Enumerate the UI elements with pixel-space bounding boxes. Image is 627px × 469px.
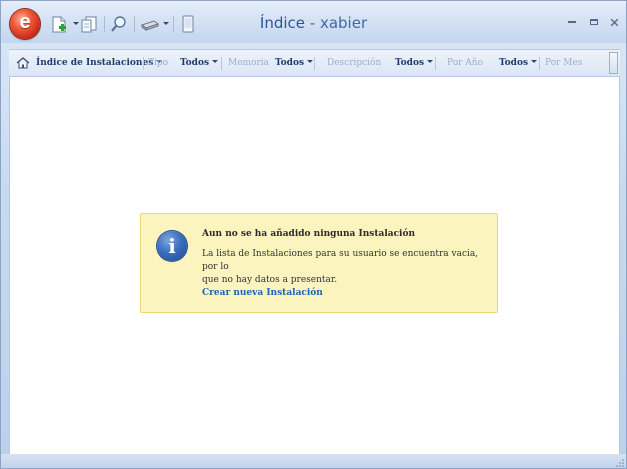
new-dropdown-arrow-icon[interactable]: [70, 14, 79, 34]
maximize-icon: [590, 19, 598, 25]
new-document-icon[interactable]: [49, 14, 69, 34]
descripcion-label: Descripción: [327, 58, 382, 68]
chevron-down-icon: [427, 60, 434, 63]
window-title-main: Índice: [259, 14, 305, 32]
por-mes-label: Por Mes: [545, 58, 583, 68]
toolbar-separator: [104, 16, 105, 32]
index-home-icon[interactable]: [16, 50, 30, 76]
memoria-label: Memoria: [228, 58, 270, 68]
chevron-down-icon: [307, 60, 314, 63]
title-bar: e Índice - xabier: [1, 1, 626, 43]
por-anio-label: Por Año: [447, 58, 483, 68]
filter-separator: [435, 57, 436, 70]
app-window: e Índice - xabier Índice de Instalacione…: [0, 0, 627, 469]
app-logo-icon: e: [19, 11, 31, 33]
filter-bar: Índice de Instalaciones Tipo Todos Memor…: [9, 49, 620, 77]
create-installation-link[interactable]: Crear nueva Instalación: [202, 288, 323, 298]
minimize-button[interactable]: [563, 15, 581, 29]
tipo-dropdown[interactable]: Todos: [180, 50, 219, 76]
search-icon[interactable]: [109, 14, 129, 34]
window-title-separator: -: [305, 14, 320, 32]
por-anio-value: Todos: [499, 58, 529, 68]
index-label: Índice de Instalaciones: [36, 58, 154, 68]
status-bar: [1, 454, 626, 468]
memoria-value: Todos: [275, 58, 305, 68]
toolbar-separator: [134, 16, 135, 32]
empty-state-panel: i Aun no se ha añadido ninguna Instalaci…: [140, 213, 498, 313]
por-anio-dropdown[interactable]: Todos: [499, 50, 538, 76]
toolbar-overflow-scroll[interactable]: [609, 52, 618, 74]
empty-state-message-line2: que no hay datos a presentar.: [202, 275, 338, 285]
filter-separator: [143, 57, 144, 70]
descripcion-dropdown[interactable]: Todos: [395, 50, 434, 76]
empty-state-message: La lista de Instalaciones para su usuari…: [202, 248, 482, 287]
empty-state-message-line1: La lista de Instalaciones para su usuari…: [202, 249, 479, 272]
close-icon: [610, 18, 618, 26]
toolbar-separator: [173, 16, 174, 32]
maximize-button[interactable]: [585, 15, 603, 29]
filter-separator: [539, 57, 540, 70]
descripcion-value: Todos: [395, 58, 425, 68]
tipo-label: Tipo: [148, 58, 169, 68]
chevron-down-icon: [531, 60, 538, 63]
print-dropdown-arrow-icon[interactable]: [160, 14, 169, 34]
close-button[interactable]: [605, 15, 623, 29]
window-title-user: xabier: [319, 14, 368, 32]
resize-grip-icon[interactable]: [616, 459, 624, 467]
chevron-down-icon: [212, 60, 219, 63]
filter-separator: [221, 57, 222, 70]
memoria-dropdown[interactable]: Todos: [275, 50, 314, 76]
empty-state-heading: Aun no se ha añadido ninguna Instalación: [202, 229, 416, 239]
info-icon: i: [157, 231, 187, 261]
filter-separator: [314, 57, 315, 70]
print-icon[interactable]: [139, 14, 159, 34]
minimize-icon: [568, 20, 576, 23]
application-menu-button[interactable]: e: [10, 9, 40, 39]
tipo-value: Todos: [180, 58, 210, 68]
quick-access-toolbar: [49, 13, 199, 35]
mobile-device-icon[interactable]: [178, 14, 198, 34]
export-icon[interactable]: [79, 14, 99, 34]
